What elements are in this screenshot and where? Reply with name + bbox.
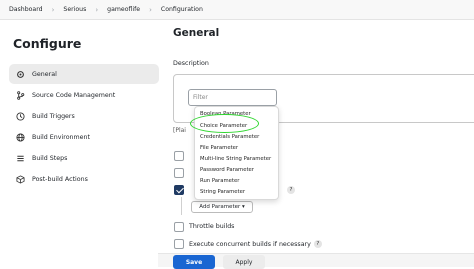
chevron-right-icon: › xyxy=(95,5,99,14)
chevron-right-icon: › xyxy=(149,5,152,14)
sidebar-item-post-build-actions[interactable]: Post-build Actions xyxy=(9,169,159,189)
concurrent-label: Execute concurrent builds if necessary? xyxy=(189,240,322,248)
menu-item-run-parameter[interactable]: Run Parameter xyxy=(200,178,239,184)
section-guide xyxy=(181,197,182,215)
sidebar-item-label: General xyxy=(32,70,57,78)
breadcrumb-dashboard[interactable]: Dashboard xyxy=(9,6,43,13)
menu-item-password-parameter[interactable]: Password Parameter xyxy=(200,167,254,173)
plain-text-link[interactable]: [Plai xyxy=(173,127,186,134)
globe-icon xyxy=(15,132,25,142)
breadcrumb-serious[interactable]: Serious xyxy=(63,6,86,13)
sidebar-item-label: Build Environment xyxy=(32,133,91,141)
page-title: General xyxy=(173,27,220,39)
menu-item-file-parameter[interactable]: File Parameter xyxy=(200,145,238,151)
breadcrumb-gameoflife[interactable]: gameoflife xyxy=(107,6,140,13)
concurrent-checkbox[interactable] xyxy=(174,239,184,249)
sidebar-item-build-triggers[interactable]: Build Triggers xyxy=(9,106,159,126)
description-label: Description xyxy=(173,60,209,67)
add-parameter-button[interactable]: Add Parameter ▾ xyxy=(191,201,253,213)
sidebar-item-build-steps[interactable]: Build Steps xyxy=(9,148,159,168)
option-checkbox-2[interactable] xyxy=(174,168,184,178)
menu-item-string-parameter[interactable]: String Parameter xyxy=(200,189,245,195)
sidebar-item-label: Source Code Management xyxy=(32,91,116,99)
menu-item-choice-parameter[interactable]: Choice Parameter xyxy=(200,123,247,129)
cube-icon xyxy=(15,174,25,184)
help-icon[interactable]: ? xyxy=(313,240,322,248)
breadcrumb-configuration[interactable]: Configuration xyxy=(161,6,203,13)
sidebar-item-label: Post-build Actions xyxy=(32,175,88,183)
menu-item-multiline-string-parameter[interactable]: Multi-line String Parameter xyxy=(200,156,271,162)
list-icon xyxy=(15,153,25,163)
menu-item-boolean-parameter[interactable]: Boolean Parameter xyxy=(200,111,251,117)
sidebar-item-source-code-management[interactable]: Source Code Management xyxy=(9,85,159,105)
clock-icon xyxy=(15,111,25,121)
help-icon[interactable]: ? xyxy=(287,186,295,194)
throttle-checkbox[interactable] xyxy=(174,222,184,232)
sidebar-item-label: Build Triggers xyxy=(32,112,75,120)
throttle-label: Throttle builds xyxy=(189,223,235,230)
option-checkbox-1[interactable] xyxy=(174,151,184,161)
concurrent-label-text: Execute concurrent builds if necessary xyxy=(189,241,311,248)
sidebar-nav: General Source Code Management Build Tri… xyxy=(9,64,159,190)
sidebar-item-label: Build Steps xyxy=(32,154,68,162)
filter-input[interactable]: Filter xyxy=(188,89,277,106)
sidebar-title: Configure xyxy=(13,36,82,51)
gear-icon xyxy=(15,69,25,79)
menu-item-credentials-parameter[interactable]: Credentials Parameter xyxy=(200,134,259,140)
chevron-right-icon: › xyxy=(51,5,55,14)
add-parameter-menu: Boolean Parameter Choice Parameter Crede… xyxy=(194,106,279,200)
breadcrumb: Dashboard › Serious › gameoflife › Confi… xyxy=(0,0,474,20)
branch-icon xyxy=(15,90,25,100)
parameterized-checkbox[interactable] xyxy=(174,185,184,195)
sidebar-item-build-environment[interactable]: Build Environment xyxy=(9,127,159,147)
sidebar-item-general[interactable]: General xyxy=(9,64,159,84)
